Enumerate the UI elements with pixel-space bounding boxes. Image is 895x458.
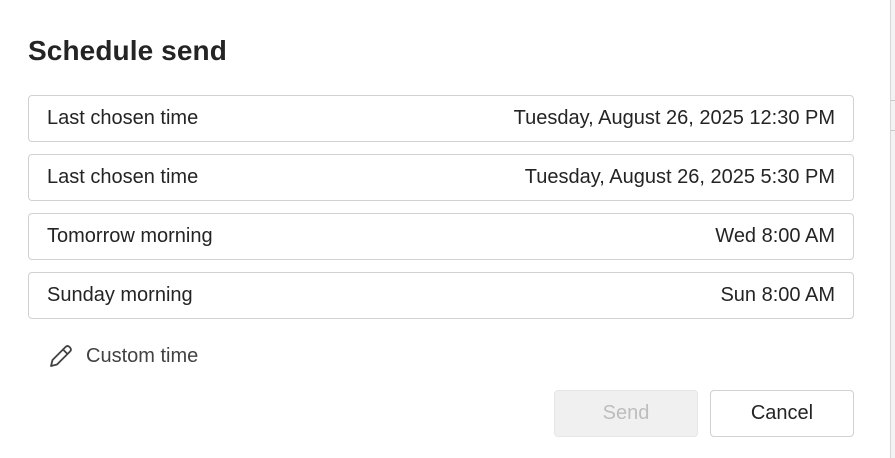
background-divider	[891, 130, 895, 131]
schedule-option-last-chosen-2[interactable]: Last chosen time Tuesday, August 26, 202…	[28, 154, 854, 201]
pencil-icon	[46, 341, 76, 371]
option-label: Last chosen time	[47, 166, 199, 188]
schedule-options-list: Last chosen time Tuesday, August 26, 202…	[28, 95, 854, 331]
schedule-option-tomorrow-morning[interactable]: Tomorrow morning Wed 8:00 AM	[28, 213, 854, 260]
send-button[interactable]: Send	[554, 390, 698, 437]
dialog-title: Schedule send	[28, 35, 227, 66]
custom-time-label: Custom time	[86, 344, 199, 367]
schedule-option-sunday-morning[interactable]: Sunday morning Sun 8:00 AM	[28, 272, 854, 319]
option-label: Last chosen time	[47, 107, 199, 129]
schedule-send-dialog: Schedule send Last chosen time Tuesday, …	[0, 0, 890, 458]
option-time: Tuesday, August 26, 2025 12:30 PM	[513, 107, 835, 129]
schedule-option-last-chosen-1[interactable]: Last chosen time Tuesday, August 26, 202…	[28, 95, 854, 142]
option-label: Tomorrow morning	[47, 225, 213, 247]
cancel-button[interactable]: Cancel	[710, 390, 854, 437]
option-label: Sunday morning	[47, 284, 193, 306]
background-window-edge	[890, 0, 895, 458]
option-time: Wed 8:00 AM	[715, 225, 835, 247]
custom-time-button[interactable]: Custom time	[46, 340, 198, 372]
option-time: Sun 8:00 AM	[720, 284, 835, 306]
option-time: Tuesday, August 26, 2025 5:30 PM	[524, 166, 835, 188]
background-divider	[891, 100, 895, 101]
